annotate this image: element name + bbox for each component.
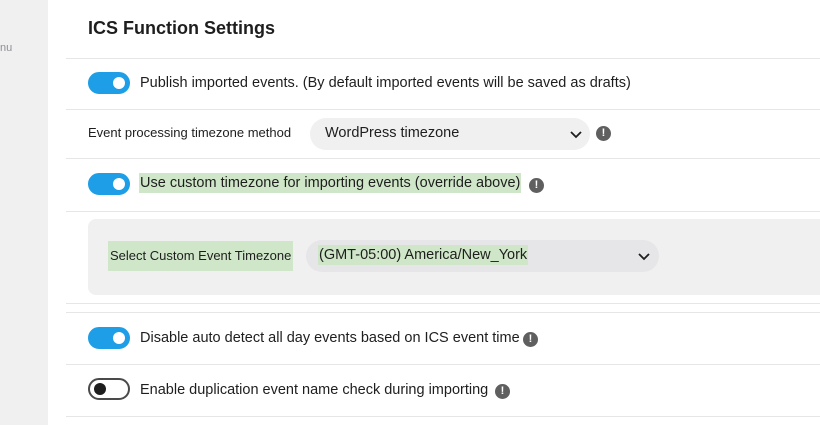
custom-timezone-select[interactable]: (GMT-05:00) America/New_York (306, 240, 659, 272)
help-icon[interactable]: ! (523, 332, 538, 347)
tz-method-label: Event processing timezone method (88, 125, 292, 140)
custom-timezone-select-label: Select Custom Event Timezone (108, 241, 294, 271)
divider (66, 58, 820, 59)
auto-detect-label: Disable auto detect all day events based… (140, 330, 520, 346)
chevron-down-icon (570, 131, 582, 139)
publish-label: Publish imported events. (By default imp… (140, 75, 631, 91)
help-icon[interactable]: ! (596, 126, 611, 141)
custom-timezone-toggle[interactable] (88, 173, 130, 195)
publish-toggle[interactable] (88, 72, 130, 94)
toggle-knob (94, 383, 106, 395)
custom-timezone-value: (GMT-05:00) America/New_York (318, 245, 529, 265)
chevron-down-icon (638, 253, 650, 261)
divider (66, 109, 820, 110)
divider (66, 211, 820, 212)
panel-notch (86, 0, 98, 12)
duplication-check-toggle[interactable] (88, 378, 130, 400)
toggle-knob (113, 178, 125, 190)
menu-label-fragment[interactable]: nu (0, 42, 12, 54)
custom-timezone-label: Use custom timezone for importing events… (139, 173, 522, 193)
toggle-knob (113, 77, 125, 89)
toggle-knob (113, 332, 125, 344)
divider (66, 364, 820, 365)
help-icon[interactable]: ! (495, 384, 510, 399)
auto-detect-toggle[interactable] (88, 327, 130, 349)
duplication-check-label: Enable duplication event name check duri… (140, 382, 489, 398)
tz-method-value: WordPress timezone (325, 125, 460, 141)
divider (66, 158, 820, 159)
tz-method-select[interactable]: WordPress timezone (310, 118, 590, 150)
divider (66, 416, 820, 417)
custom-timezone-subpanel: Select Custom Event Timezone (GMT-05:00)… (88, 219, 820, 295)
panel-title: ICS Function Settings (88, 18, 275, 38)
admin-menu: nu (0, 0, 48, 425)
divider (66, 312, 820, 313)
settings-panel: ICS Function Settings Publish imported e… (48, 0, 820, 425)
help-icon[interactable]: ! (529, 178, 544, 193)
divider (66, 303, 820, 304)
